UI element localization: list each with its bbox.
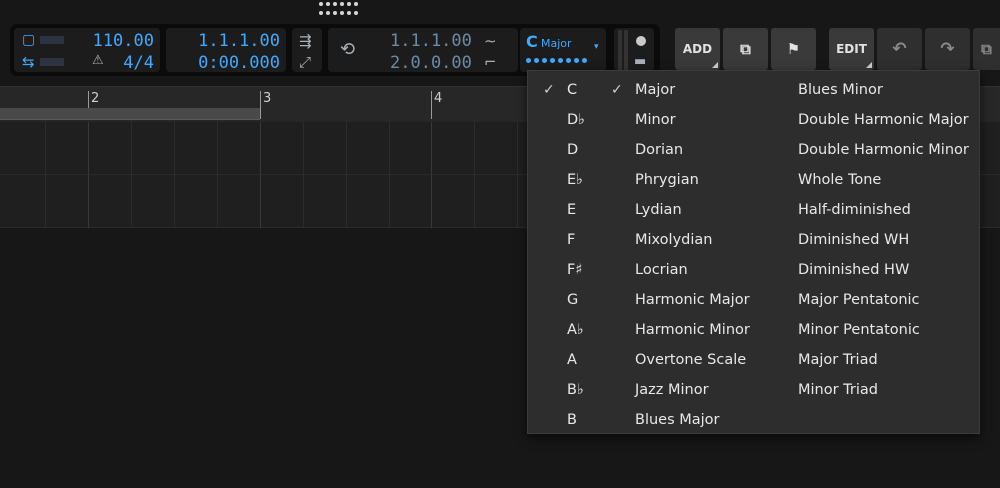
loop-icon[interactable]: ⟲ (340, 41, 355, 59)
menu-scale-lydian[interactable]: Lydian (635, 200, 682, 220)
menu-scale-phrygian[interactable]: Phrygian (635, 170, 699, 190)
marker-button[interactable]: ⚑ (771, 28, 816, 70)
tempo-block: ▢ ⇆ 110.00 ⚠ 4/4 (14, 28, 160, 73)
menu-root-a[interactable]: A (567, 350, 577, 370)
menu-scale-overtone[interactable]: Overtone Scale (635, 350, 746, 370)
follow-icon[interactable]: ⤢ (299, 54, 311, 70)
menu-scale-locrian[interactable]: Locrian (635, 260, 688, 280)
clip-launcher-button[interactable]: ⧉ (723, 28, 768, 70)
loop-end-value[interactable]: 2.0.0.00 (390, 53, 472, 73)
edit-button-label: EDIT (836, 42, 867, 56)
metronome-icon[interactable]: ⚠ (92, 53, 104, 69)
menu-root-g[interactable]: G (567, 290, 578, 310)
add-button[interactable]: ADD (675, 28, 720, 70)
redo-button[interactable]: ↷ (925, 28, 970, 70)
menu-scale-diminished-hw[interactable]: Diminished HW (798, 260, 909, 280)
key-scale-menu: ✓ ✓ C D♭ D E♭ E F F♯ G A♭ A B♭ B Major M… (527, 70, 980, 434)
menu-root-e[interactable]: E (567, 200, 576, 220)
menu-scale-mixolydian[interactable]: Mixolydian (635, 230, 712, 250)
punch-block: ⇶ ⤢ (292, 28, 322, 72)
menu-root-b-flat[interactable]: B♭ (567, 380, 584, 400)
menu-root-f-sharp[interactable]: F♯ (567, 260, 582, 280)
meter-level-bar (40, 58, 64, 66)
flag-icon: ⚑ (786, 40, 801, 58)
menu-scale-half-diminished[interactable]: Half-diminished (798, 200, 911, 220)
clip-launcher-icon: ⧉ (740, 40, 751, 58)
menu-scale-major-pentatonic[interactable]: Major Pentatonic (798, 290, 920, 310)
root-check-icon: ✓ (543, 82, 555, 98)
copy-button[interactable]: ⧉ (973, 28, 1000, 70)
chevron-down-icon: ▾ (594, 42, 599, 52)
menu-scale-minor-pentatonic[interactable]: Minor Pentatonic (798, 320, 920, 340)
position-block: 1.1.1.00 0:00.000 (166, 28, 286, 73)
menu-scale-major[interactable]: Major (635, 80, 675, 100)
transport-panel: ▢ ⇆ 110.00 ⚠ 4/4 1.1.1.00 0:00.000 ⇶ ⤢ ⟲… (10, 24, 660, 76)
tempo-sync-icon[interactable]: ⇆ (22, 54, 35, 70)
scale-check-icon: ✓ (611, 82, 623, 98)
punch-in-icon[interactable]: ⇶ (299, 33, 312, 49)
level-meter-right (624, 30, 628, 70)
fade-in-icon[interactable]: ∼ (484, 33, 497, 49)
folder-icon[interactable]: ▬ (634, 54, 646, 70)
key-block[interactable]: C Major ▾ (520, 28, 606, 72)
loop-block: ⟲ 1.1.1.00 2.0.0.00 ∼ ⌐ (328, 28, 518, 73)
menu-root-a-flat[interactable]: A♭ (567, 320, 584, 340)
menu-scale-blues-minor[interactable]: Blues Minor (798, 80, 883, 100)
position-time[interactable]: 0:00.000 (198, 53, 280, 73)
menu-root-d[interactable]: D (567, 140, 578, 160)
menu-scale-harmonic-major[interactable]: Harmonic Major (635, 290, 750, 310)
ruler-bar-2: 2 (91, 91, 100, 106)
menu-scale-jazz-minor[interactable]: Jazz Minor (635, 380, 709, 400)
scale-dots (526, 58, 587, 63)
add-button-label: ADD (682, 42, 713, 56)
menu-scale-major-triad[interactable]: Major Triad (798, 350, 878, 370)
menu-scale-blues-major[interactable]: Blues Major (635, 410, 720, 430)
undo-icon: ↶ (892, 39, 907, 59)
menu-scale-double-harmonic-minor[interactable]: Double Harmonic Minor (798, 140, 969, 160)
menu-scale-whole-tone[interactable]: Whole Tone (798, 170, 881, 190)
menu-scale-double-harmonic-major[interactable]: Double Harmonic Major (798, 110, 969, 130)
edit-button[interactable]: EDIT (829, 28, 874, 70)
loop-start-value[interactable]: 1.1.1.00 (390, 31, 472, 51)
panel-grip-handle[interactable] (318, 2, 358, 18)
menu-scale-dorian[interactable]: Dorian (635, 140, 683, 160)
menu-root-c[interactable]: C (567, 80, 577, 100)
key-scale-label: Major (541, 37, 572, 50)
menu-root-e-flat[interactable]: E♭ (567, 170, 583, 190)
metronome-frame-icon[interactable]: ▢ (22, 32, 35, 48)
tempo-value[interactable]: 110.00 (93, 31, 154, 51)
time-signature-value[interactable]: 4/4 (123, 53, 154, 73)
ruler-bar-4: 4 (434, 91, 443, 106)
level-meter (618, 30, 622, 70)
copy-icon: ⧉ (981, 40, 992, 58)
tempo-meter-bar (40, 36, 64, 44)
menu-scale-minor-triad[interactable]: Minor Triad (798, 380, 878, 400)
menu-scale-minor[interactable]: Minor (635, 110, 676, 130)
menu-root-f[interactable]: F (567, 230, 575, 250)
fade-out-icon[interactable]: ⌐ (484, 54, 497, 70)
menu-root-b[interactable]: B (567, 410, 577, 430)
redo-icon: ↷ (940, 39, 955, 59)
record-icon[interactable] (636, 36, 646, 46)
menu-scale-diminished-wh[interactable]: Diminished WH (798, 230, 909, 250)
key-root-label: C (526, 32, 538, 51)
menu-root-d-flat[interactable]: D♭ (567, 110, 585, 130)
undo-button[interactable]: ↶ (877, 28, 922, 70)
record-block: ▬ (614, 28, 654, 72)
ruler-bar-3: 3 (263, 91, 272, 106)
menu-scale-harmonic-minor[interactable]: Harmonic Minor (635, 320, 750, 340)
position-beats[interactable]: 1.1.1.00 (198, 31, 280, 51)
loop-region-bar[interactable] (0, 108, 260, 120)
